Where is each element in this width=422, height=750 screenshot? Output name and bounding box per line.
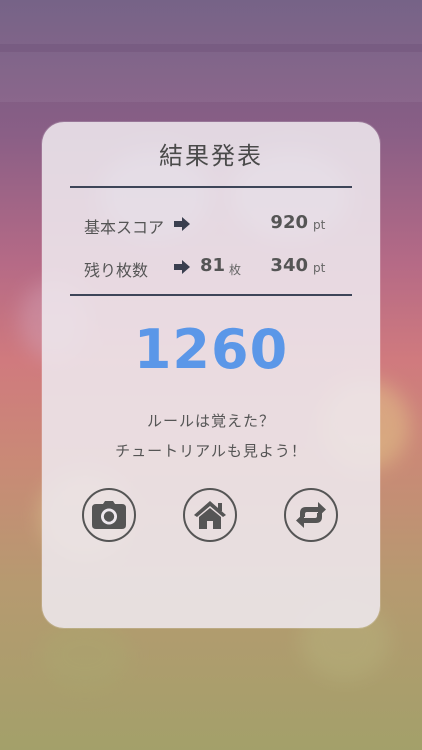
base-score-unit: pt bbox=[313, 218, 326, 232]
arrow-right-icon bbox=[174, 260, 190, 274]
base-score-row: 基本スコア 920 pt bbox=[84, 212, 334, 238]
home-button[interactable] bbox=[183, 488, 237, 542]
top-divider bbox=[70, 186, 352, 188]
camera-button[interactable] bbox=[82, 488, 136, 542]
remaining-count: 81 bbox=[200, 255, 226, 276]
background-toolbar-bar bbox=[0, 52, 422, 102]
total-score: 1260 bbox=[133, 318, 289, 381]
remaining-label: 残り枚数 bbox=[84, 261, 149, 280]
remaining-score-value: 340 bbox=[270, 255, 308, 276]
result-title: 結果発表 bbox=[159, 142, 263, 170]
base-score-value: 920 bbox=[270, 212, 308, 233]
background-blob bbox=[40, 620, 130, 690]
remaining-score-unit: pt bbox=[313, 261, 326, 275]
retry-icon bbox=[296, 502, 326, 528]
arrow-right-icon bbox=[174, 217, 190, 231]
home-icon bbox=[194, 501, 226, 529]
remaining-row: 残り枚数 81 枚 340 pt bbox=[84, 255, 334, 281]
bottom-divider bbox=[70, 294, 352, 296]
base-score-label: 基本スコア bbox=[84, 218, 165, 237]
camera-icon bbox=[92, 501, 126, 529]
result-panel: 結果発表 基本スコア 920 pt 残り枚数 81 枚 340 pt 1260 … bbox=[42, 122, 380, 628]
message-line-2: チュートリアルも見よう！ bbox=[115, 442, 307, 460]
message-line-1: ルールは覚えた？ bbox=[146, 412, 275, 430]
retry-button[interactable] bbox=[284, 488, 338, 542]
background-header-bar bbox=[0, 0, 422, 44]
